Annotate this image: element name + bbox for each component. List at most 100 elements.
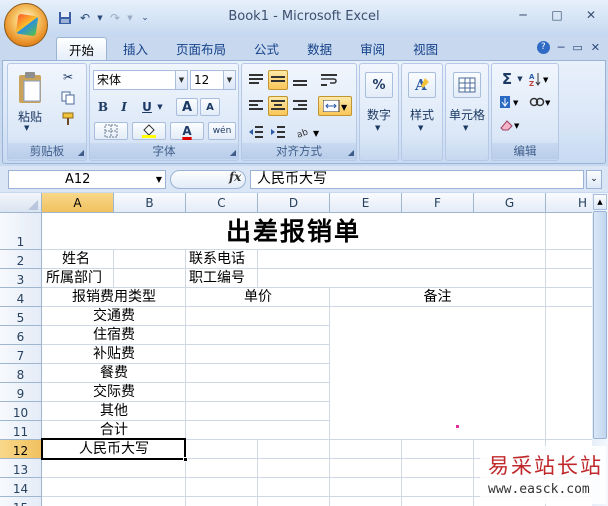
italic-button[interactable]: I <box>115 98 133 116</box>
cell-c4[interactable]: 单价 <box>186 288 330 306</box>
name-box-dropdown-icon[interactable]: ▼ <box>156 171 162 188</box>
cell-a12[interactable]: 人民币大写 <box>42 440 186 458</box>
close-button[interactable]: ✕ <box>580 6 602 24</box>
column-header-g[interactable]: G <box>474 193 546 213</box>
cut-icon[interactable]: ✂ <box>58 68 78 86</box>
cell-title[interactable]: 出差报销单 <box>42 214 545 250</box>
column-header-h[interactable]: H <box>546 193 592 213</box>
tab-review[interactable]: 审阅 <box>348 37 397 61</box>
minimize-button[interactable]: ─ <box>512 6 534 24</box>
cell-a11[interactable]: 合计 <box>42 421 186 439</box>
cells-icon[interactable] <box>453 72 481 98</box>
increase-indent-icon[interactable] <box>268 122 288 142</box>
align-right-icon[interactable] <box>290 96 310 116</box>
font-size-combo[interactable]: 12 ▼ <box>190 70 236 90</box>
align-bottom-icon[interactable] <box>290 70 310 90</box>
cell-c2[interactable]: 联系电话 <box>189 250 245 268</box>
tab-data[interactable]: 数据 <box>295 37 344 61</box>
cell-a5[interactable]: 交通费 <box>42 307 186 325</box>
shrink-font-button[interactable]: A <box>200 98 220 116</box>
formula-input[interactable]: 人民币大写 <box>250 170 584 189</box>
cells-button[interactable]: 单元格 <box>446 106 488 123</box>
help-icon[interactable]: ? <box>536 41 550 54</box>
row-header-13[interactable]: 13 <box>0 459 42 478</box>
font-name-dropdown-icon[interactable]: ▼ <box>175 71 187 89</box>
grow-font-button[interactable]: A <box>176 98 198 116</box>
cell-a2[interactable]: 姓名 <box>62 250 90 268</box>
tab-insert[interactable]: 插入 <box>111 37 160 61</box>
office-button[interactable] <box>4 3 48 47</box>
cell-e4[interactable]: 备注 <box>330 288 545 306</box>
align-top-icon[interactable] <box>246 70 266 90</box>
column-header-d[interactable]: D <box>258 193 330 213</box>
alignment-launcher-icon[interactable]: ◢ <box>348 148 354 157</box>
sort-filter-icon[interactable]: A Z ▼ <box>526 69 554 89</box>
font-name-combo[interactable]: 宋体 ▼ <box>93 70 188 90</box>
row-header-4[interactable]: 4 <box>0 288 42 307</box>
clipboard-launcher-icon[interactable]: ◢ <box>78 148 84 157</box>
fill-color-icon[interactable] <box>132 122 166 140</box>
row-header-6[interactable]: 6 <box>0 326 42 345</box>
ribbon-close-icon[interactable]: ✕ <box>591 41 600 54</box>
paste-icon[interactable] <box>12 68 48 108</box>
decrease-indent-icon[interactable] <box>246 122 266 142</box>
paste-button[interactable]: 粘贴 <box>12 108 48 125</box>
cell-a3[interactable]: 所属部门 <box>46 269 102 287</box>
column-header-e[interactable]: E <box>330 193 402 213</box>
column-header-a[interactable]: A <box>42 193 114 213</box>
clear-icon[interactable]: ▼ <box>496 115 524 135</box>
font-launcher-icon[interactable]: ◢ <box>230 148 236 157</box>
align-left-icon[interactable] <box>246 96 266 116</box>
row-header-2[interactable]: 2 <box>0 250 42 269</box>
row-header-8[interactable]: 8 <box>0 364 42 383</box>
underline-dropdown-icon[interactable]: ▼ <box>156 98 164 116</box>
row-header-5[interactable]: 5 <box>0 307 42 326</box>
styles-dropdown-icon[interactable]: ▼ <box>418 124 423 132</box>
borders-icon[interactable] <box>94 122 128 140</box>
row-header-7[interactable]: 7 <box>0 345 42 364</box>
font-color-button[interactable]: A <box>170 122 204 140</box>
number-dropdown-icon[interactable]: ▼ <box>375 124 380 132</box>
orientation-icon[interactable]: ab ▼ <box>292 122 326 142</box>
tab-view[interactable]: 视图 <box>401 37 450 61</box>
format-painter-icon[interactable] <box>58 110 78 128</box>
row-header-10[interactable]: 10 <box>0 402 42 421</box>
ribbon-minimize-icon[interactable]: ─ <box>558 41 565 54</box>
row-header-1[interactable]: 1 <box>0 213 42 250</box>
autosum-dropdown-icon[interactable]: ▼ <box>516 69 524 89</box>
row-header-9[interactable]: 9 <box>0 383 42 402</box>
cell-a4[interactable]: 报销费用类型 <box>42 288 186 306</box>
tab-formulas[interactable]: 公式 <box>242 37 291 61</box>
scroll-up-icon[interactable]: ▲ <box>593 194 607 210</box>
merge-center-icon[interactable]: ▼ <box>318 96 352 116</box>
row-header-12[interactable]: 12 <box>0 440 42 459</box>
cells-dropdown-icon[interactable]: ▼ <box>463 124 468 132</box>
fill-handle[interactable] <box>183 457 188 462</box>
wrap-text-icon[interactable] <box>318 70 340 90</box>
maximize-button[interactable]: □ <box>546 6 568 24</box>
align-middle-icon[interactable] <box>268 70 288 90</box>
expand-formula-bar-icon[interactable]: ⌄ <box>586 170 602 189</box>
row-header-11[interactable]: 11 <box>0 421 42 440</box>
cell-a10[interactable]: 其他 <box>42 402 186 420</box>
cell-c3[interactable]: 职工编号 <box>189 269 245 287</box>
find-select-icon[interactable]: ▼ <box>526 92 554 112</box>
bold-button[interactable]: B <box>94 98 112 116</box>
row-header-15[interactable]: 15 <box>0 497 42 506</box>
percent-icon[interactable]: % <box>365 72 393 98</box>
font-size-dropdown-icon[interactable]: ▼ <box>223 71 235 89</box>
ribbon-restore-icon[interactable]: ▭ <box>572 41 582 54</box>
row-header-3[interactable]: 3 <box>0 269 42 288</box>
cell-a9[interactable]: 交际费 <box>42 383 186 401</box>
number-button[interactable]: 数字 <box>360 106 398 123</box>
tab-page-layout[interactable]: 页面布局 <box>164 37 238 61</box>
tab-home[interactable]: 开始 <box>56 37 108 61</box>
column-header-f[interactable]: F <box>402 193 474 213</box>
column-header-b[interactable]: B <box>114 193 186 213</box>
copy-icon[interactable] <box>58 89 78 107</box>
phonetic-guide-button[interactable]: wén <box>208 122 236 140</box>
insert-function-icon[interactable]: fx <box>229 170 241 184</box>
underline-button[interactable]: U <box>138 98 156 116</box>
paste-dropdown-icon[interactable]: ▼ <box>24 124 29 132</box>
cell-a6[interactable]: 住宿费 <box>42 326 186 344</box>
